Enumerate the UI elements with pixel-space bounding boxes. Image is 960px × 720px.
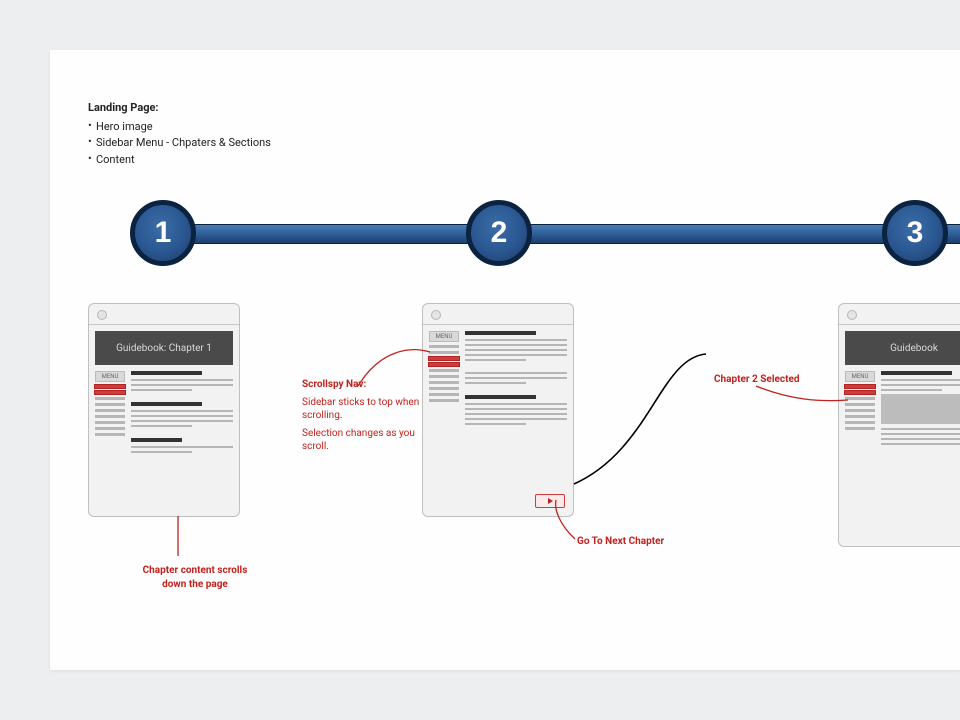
browser-chrome bbox=[423, 304, 573, 325]
sidebar-menu: MENU bbox=[95, 371, 125, 456]
intro-item: Hero image bbox=[88, 119, 271, 136]
annotation-next-chapter: Go To Next Chapter bbox=[577, 535, 664, 549]
annotation-scrollspy: Scrollspy Nav: Sidebar sticks to top whe… bbox=[302, 378, 422, 454]
wireframe-step-3: Guidebook MENU bbox=[838, 303, 960, 547]
annotation-chapter-2-selected: Chapter 2 Selected bbox=[714, 373, 800, 387]
intro-item: Sidebar Menu - Chpaters & Sections bbox=[88, 135, 271, 152]
intro-block: Landing Page: Hero image Sidebar Menu - … bbox=[88, 100, 271, 168]
content-area bbox=[881, 371, 960, 448]
intro-item: Content bbox=[88, 152, 271, 169]
content-area bbox=[465, 331, 567, 428]
browser-chrome bbox=[839, 304, 960, 325]
hero-banner: Guidebook: Chapter 1 bbox=[95, 331, 233, 365]
browser-chrome bbox=[89, 304, 239, 325]
sidebar-menu: MENU bbox=[845, 371, 875, 448]
step-badge-2: 2 bbox=[466, 200, 532, 266]
intro-title: Landing Page: bbox=[88, 100, 271, 117]
sidebar-item-selected bbox=[845, 385, 875, 388]
content-area bbox=[131, 371, 233, 456]
step-badge-1: 1 bbox=[130, 200, 196, 266]
sidebar-item-selected bbox=[429, 357, 459, 360]
intro-list: Hero image Sidebar Menu - Chpaters & Sec… bbox=[88, 119, 271, 169]
menu-label: MENU bbox=[845, 371, 875, 382]
content-image-placeholder bbox=[881, 394, 960, 424]
wireframe-step-1: Guidebook: Chapter 1 MENU bbox=[88, 303, 240, 517]
step-badge-3: 3 bbox=[882, 200, 948, 266]
next-chapter-button[interactable] bbox=[535, 494, 565, 508]
sidebar-menu-sticky: MENU bbox=[429, 331, 459, 428]
hero-banner: Guidebook bbox=[845, 331, 960, 365]
wireframe-step-2: MENU bbox=[422, 303, 574, 517]
menu-label: MENU bbox=[95, 371, 125, 382]
sidebar-item-selected bbox=[95, 385, 125, 388]
annotation-scroll-down: Chapter content scrolls down the page bbox=[130, 564, 260, 591]
diagram-canvas: Landing Page: Hero image Sidebar Menu - … bbox=[50, 50, 960, 670]
timeline-bar bbox=[160, 224, 960, 244]
menu-label: MENU bbox=[429, 331, 459, 342]
